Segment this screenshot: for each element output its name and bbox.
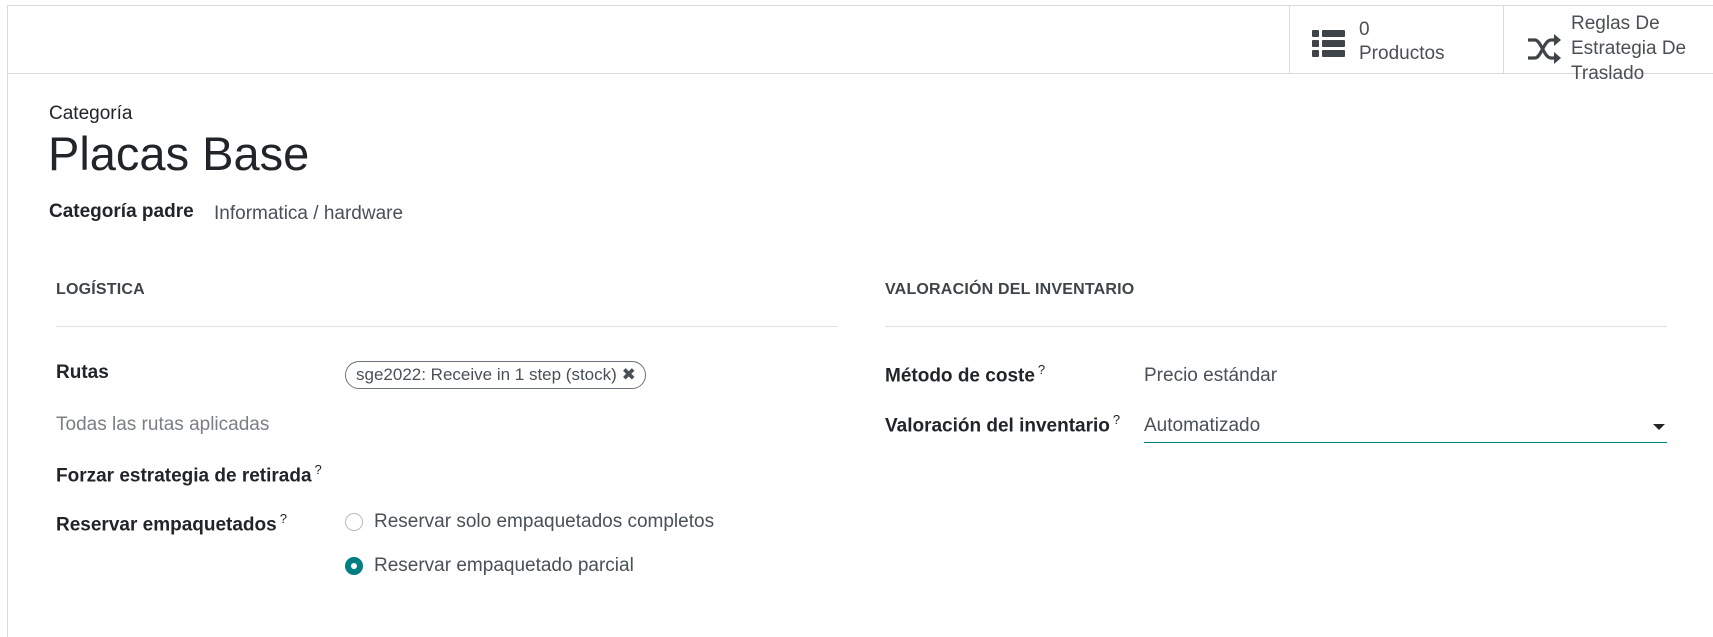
inventory-valuation-section-title: VALORACIÓN DEL INVENTARIO	[885, 281, 1135, 298]
logistics-divider	[56, 326, 838, 327]
route-tag: sge2022: Receive in 1 step (stock) ✖	[345, 361, 646, 389]
products-stat: 0 Productos	[1359, 18, 1445, 66]
inventory-valuation-label: Valoración del inventario?	[885, 412, 1120, 437]
products-smart-button[interactable]: 0 Productos	[1289, 6, 1503, 73]
form-sheet: 0 Productos Reglas De Estrategia De Tras…	[7, 5, 1713, 637]
caret-down-icon	[1653, 424, 1665, 430]
cost-method-value: Precio estándar	[1144, 365, 1278, 386]
products-label: Productos	[1359, 43, 1445, 64]
radio-label: Reservar empaquetado parcial	[374, 555, 634, 576]
removal-strategy-label-text: Forzar estrategia de retirada	[56, 465, 312, 487]
help-marker[interactable]: ?	[280, 511, 287, 526]
products-count: 0	[1359, 19, 1370, 40]
reserve-packagings-label: Reservar empaquetados?	[56, 511, 287, 536]
putaway-rules-smart-button[interactable]: Reglas De Estrategia De Traslado	[1503, 6, 1713, 84]
putaway-rules-label: Reglas De Estrategia De Traslado	[1571, 13, 1687, 84]
remove-tag-icon[interactable]: ✖	[622, 362, 636, 388]
cost-method-label: Método de coste?	[885, 362, 1045, 387]
list-icon	[1312, 30, 1345, 57]
all-routes-label: Todas las rutas aplicadas	[56, 414, 270, 435]
radio-label: Reservar solo empaquetados completos	[374, 511, 715, 532]
inventory-valuation-value: Automatizado	[1144, 415, 1261, 436]
help-marker[interactable]: ?	[1038, 362, 1045, 377]
radio-reserve-partial[interactable]: Reservar empaquetado parcial	[345, 555, 634, 577]
shuffle-icon	[1528, 34, 1561, 64]
record-type-label: Categoría	[49, 103, 133, 124]
removal-strategy-label: Forzar estrategia de retirada?	[56, 462, 322, 487]
radio-button-checked[interactable]	[345, 557, 363, 575]
route-tag-label: sge2022: Receive in 1 step (stock)	[356, 365, 617, 384]
inventory-valuation-label-text: Valoración del inventario	[885, 415, 1110, 437]
radio-reserve-full[interactable]: Reservar solo empaquetados completos	[345, 511, 714, 533]
category-name-field[interactable]: Placas Base	[48, 126, 309, 181]
inventory-valuation-select[interactable]: Automatizado	[1144, 411, 1667, 443]
help-marker[interactable]: ?	[315, 462, 322, 477]
cost-method-label-text: Método de coste	[885, 365, 1035, 387]
valuation-divider	[885, 326, 1667, 327]
parent-category-label: Categoría padre	[49, 201, 194, 222]
reserve-packagings-label-text: Reservar empaquetados	[56, 514, 277, 536]
radio-button[interactable]	[345, 513, 363, 531]
help-marker[interactable]: ?	[1113, 412, 1120, 427]
parent-category-field[interactable]: Informatica / hardware	[214, 203, 403, 225]
logistics-section-title: LOGÍSTICA	[56, 281, 145, 298]
smart-button-box: 0 Productos Reglas De Estrategia De Tras…	[8, 6, 1713, 84]
routes-label: Rutas	[56, 362, 109, 383]
